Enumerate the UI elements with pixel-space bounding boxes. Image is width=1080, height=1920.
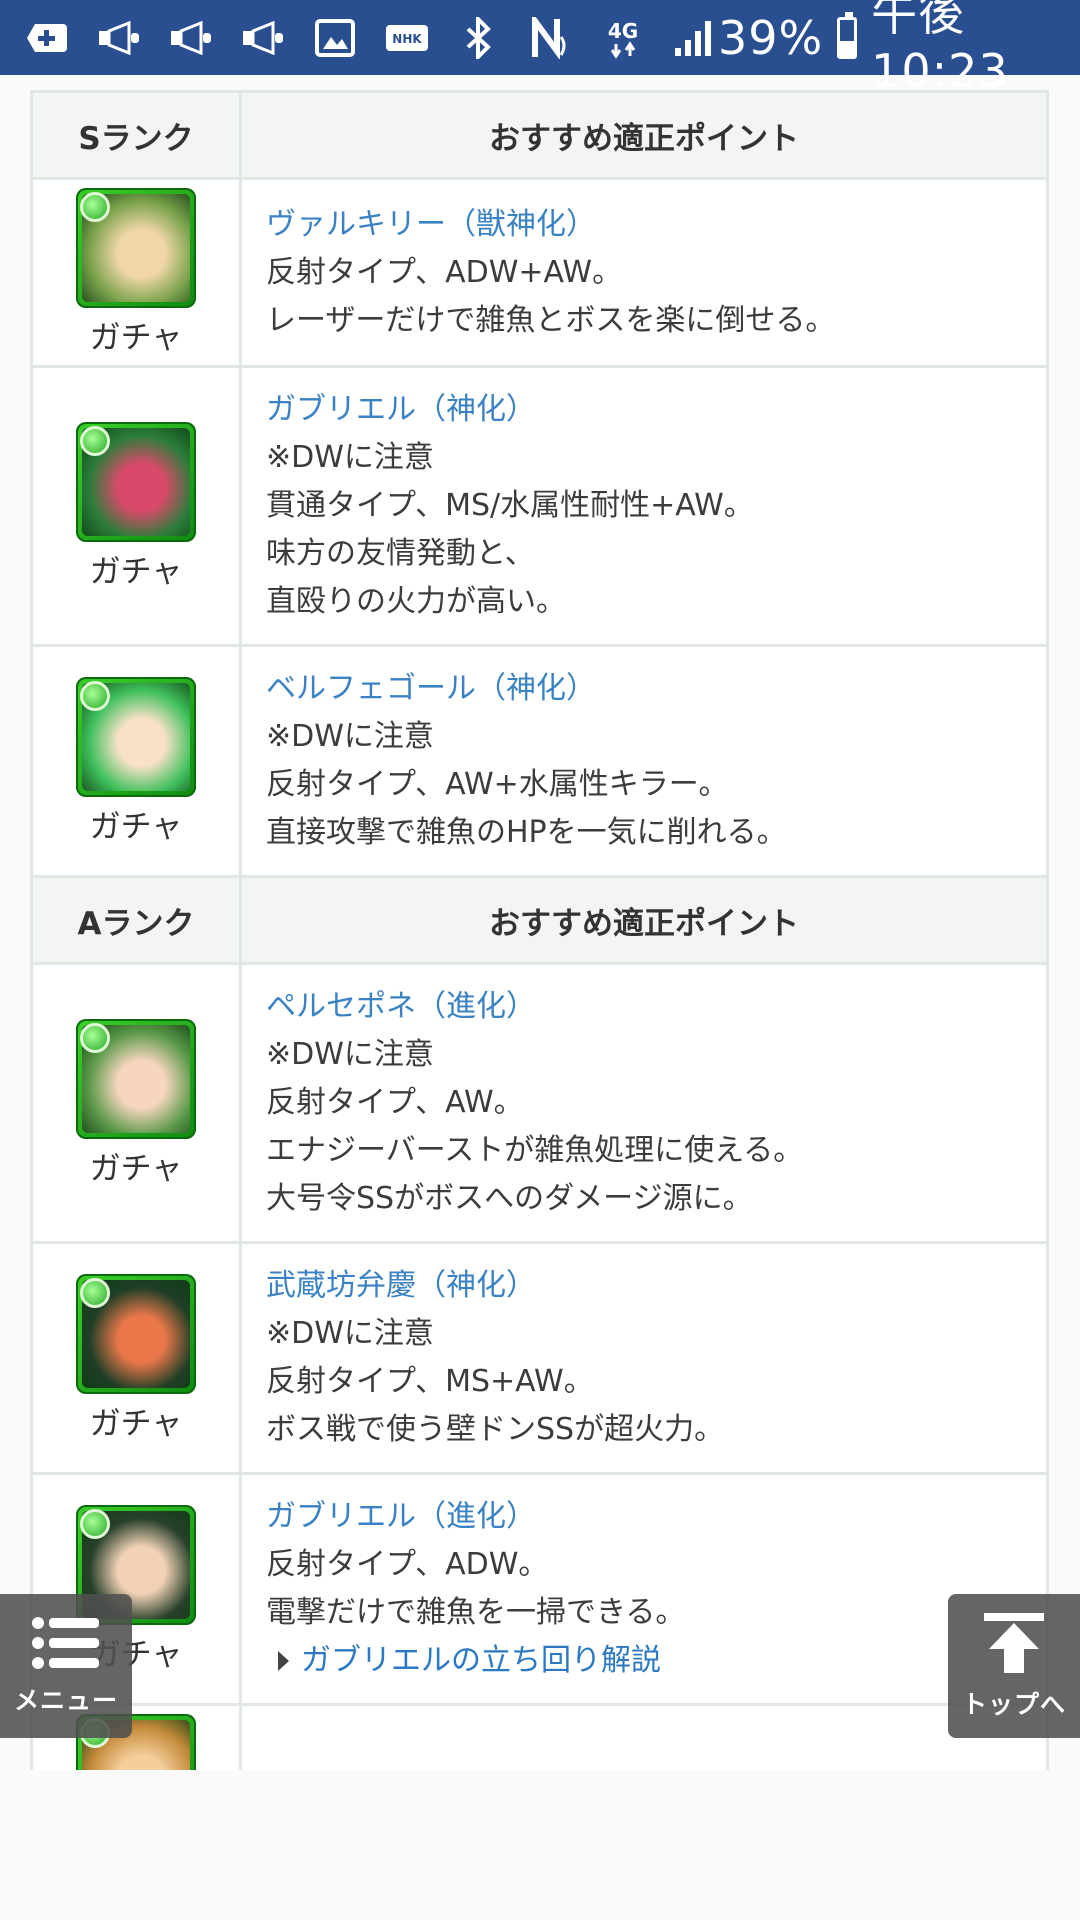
character-cell[interactable]: ガチャ <box>30 962 242 1244</box>
lte-icon: 4G <box>600 18 646 59</box>
desc-line: ※DWに注意 <box>266 719 434 754</box>
wood-element-icon <box>80 425 110 456</box>
desc-line: 電撃だけで雑魚を一掃できる。 <box>266 1595 686 1630</box>
description-cell: 武蔵坊弁慶（神化） ※DWに注意反射タイプ、MS+AW。ボス戦で使う壁ドンSSが超… <box>239 1241 1049 1475</box>
menu-button[interactable]: メニュー <box>0 1594 132 1738</box>
desc-line: 反射タイプ、AW。 <box>266 1085 524 1120</box>
bluetooth-icon <box>456 16 502 59</box>
description-cell: ペルセポネ（進化） ※DWに注意反射タイプ、AW。エナジーバーストが雑魚処理に使え… <box>239 962 1049 1244</box>
network-label: 4G <box>608 19 638 43</box>
triangle-right-icon <box>278 1651 289 1671</box>
desc-line: 反射タイプ、AW+水属性キラー。 <box>266 767 729 802</box>
desc-line: 貫通タイプ、MS/水属性耐性+AW。 <box>266 488 754 523</box>
source-label: ガチャ <box>89 320 183 356</box>
character-name-link[interactable]: ベルフェゴール（神化） <box>266 665 1022 713</box>
character-cell[interactable]: ガチャ <box>30 1241 242 1475</box>
desc-line: 味方の友情発動と、 <box>266 536 535 571</box>
wood-element-icon <box>80 1508 110 1539</box>
signal-icon <box>672 18 718 58</box>
character-row: ガチャ豊臣秀吉（神化） <box>30 1703 1049 1770</box>
character-name-link[interactable]: ガブリエル（進化） <box>266 1493 1022 1541</box>
character-name-link[interactable]: ガブリエル（神化） <box>266 386 1022 434</box>
wood-element-icon <box>80 1022 110 1053</box>
desc-line: ※DWに注意 <box>266 1037 434 1072</box>
character-row: ガチャ ガブリエル（進化） 反射タイプ、ADW。 電撃だけで雑魚を一掃できる。 ガブリエ… <box>30 1472 1049 1706</box>
character-row: ガチャ ガブリエル（神化） ※DWに注意貫通タイプ、MS/水属性耐性+AW。 味方の友… <box>30 365 1049 647</box>
guide-link-label[interactable]: ガブリエルの立ち回り解説 <box>301 1637 661 1685</box>
arrow-up-icon <box>979 1611 1049 1679</box>
source-label: ガチャ <box>89 1150 183 1187</box>
rank-header-row: Aランク おすすめ適正ポイント <box>30 875 1049 965</box>
megaphone-icon <box>168 18 214 58</box>
wood-element-icon <box>80 1277 110 1308</box>
desc-line: レーザーだけで雑魚とボスを楽に倒せる。 <box>266 302 836 338</box>
desc-line: 反射タイプ、MS+AW。 <box>266 1364 594 1399</box>
description-cell: ヴァルキリー（獣神化） 反射タイプ、ADW+AW。レーザーだけで雑魚とボスを楽に倒… <box>239 177 1049 368</box>
character-row: ガチャ 武蔵坊弁慶（神化） ※DWに注意反射タイプ、MS+AW。ボス戦で使う壁ドンS… <box>30 1241 1049 1475</box>
character-cell[interactable]: ガチャ <box>30 644 242 878</box>
nfc-icon <box>528 16 574 59</box>
character-cell[interactable]: ガチャ <box>30 365 242 647</box>
description-cell: ガブリエル（進化） 反射タイプ、ADW。電撃だけで雑魚を一掃できる。ガブリエルの立… <box>239 1472 1049 1706</box>
description-cell: 豊臣秀吉（神化） <box>239 1703 1049 1770</box>
source-label: ガチャ <box>89 808 183 845</box>
character-row: ガチャ ペルセポネ（進化） ※DWに注意反射タイプ、AW。エナジーバーストが雑魚処理… <box>30 962 1049 1244</box>
source-label: ガチャ <box>89 1405 183 1442</box>
top-label: トップへ <box>961 1690 1066 1719</box>
character-cell[interactable]: ガチャ <box>30 177 242 368</box>
nhk-icon: NHK <box>384 18 430 58</box>
desc-line: ※DWに注意 <box>266 1316 434 1351</box>
desc-line: 直殴りの火力が高い。 <box>266 584 566 619</box>
megaphone-icon <box>96 18 142 58</box>
character-row: ガチャ ヴァルキリー（獣神化） 反射タイプ、ADW+AW。レーザーだけで雑魚とボスを… <box>30 177 1049 368</box>
page-content[interactable]: Sランク おすすめ適正ポイント ガチャ ヴァルキリー（獣神化） 反射タイプ、ADW+AW… <box>0 75 1080 1770</box>
desc-line: ボス戦で使う壁ドンSSが超火力。 <box>266 1412 725 1447</box>
description-cell: ガブリエル（神化） ※DWに注意貫通タイプ、MS/水属性耐性+AW。 味方の友情発動… <box>239 365 1049 647</box>
battery-icon <box>837 11 858 59</box>
desc-line: 反射タイプ、ADW。 <box>266 1547 549 1582</box>
character-portrait[interactable] <box>76 421 196 542</box>
add-icon <box>24 18 70 58</box>
desc-line: エナジーバーストが雑魚処理に使える。 <box>266 1133 804 1168</box>
desc-line: 反射タイプ、ADW+AW。 <box>266 254 623 290</box>
rank-label: Sランク <box>30 90 242 180</box>
character-row: ガチャ ベルフェゴール（神化） ※DWに注意反射タイプ、AW+水属性キラー。直接攻撃… <box>30 644 1049 878</box>
description-cell: ベルフェゴール（神化） ※DWに注意反射タイプ、AW+水属性キラー。直接攻撃で雑魚… <box>239 644 1049 878</box>
rank-header-row: Sランク おすすめ適正ポイント <box>30 90 1049 180</box>
svg-text:NHK: NHK <box>392 32 422 46</box>
desc-line: 直接攻撃で雑魚のHPを一気に削れる。 <box>266 815 787 850</box>
rank-label: Aランク <box>30 875 242 965</box>
character-portrait[interactable] <box>76 1018 196 1139</box>
battery-percent: 39% <box>718 10 824 65</box>
character-portrait[interactable] <box>76 676 196 797</box>
back-to-top-button[interactable]: トップへ <box>948 1594 1080 1738</box>
notification-icons: NHK 4G <box>24 16 718 59</box>
desc-line: ※DWに注意 <box>266 440 434 475</box>
ranking-table: Sランク おすすめ適正ポイント ガチャ ヴァルキリー（獣神化） 反射タイプ、ADW+AW… <box>30 90 1049 1770</box>
guide-link[interactable]: ガブリエルの立ち回り解説 <box>266 1637 1022 1685</box>
character-name-link[interactable]: 武蔵坊弁慶（神化） <box>266 1262 1022 1310</box>
character-name-link[interactable]: ペルセポネ（進化） <box>266 983 1022 1031</box>
menu-icon <box>31 1615 101 1675</box>
character-name-link[interactable]: ヴァルキリー（獣神化） <box>266 201 1022 249</box>
character-portrait[interactable] <box>76 188 196 308</box>
header-label: おすすめ適正ポイント <box>239 90 1049 180</box>
header-label: おすすめ適正ポイント <box>239 875 1049 965</box>
megaphone-icon <box>240 18 286 58</box>
source-label: ガチャ <box>89 553 183 590</box>
wood-element-icon <box>80 192 110 222</box>
wood-element-icon <box>80 680 110 711</box>
status-bar: NHK 4G 39% 午後 10:23 <box>0 0 1080 98</box>
menu-label: メニュー <box>13 1686 118 1715</box>
image-icon <box>312 18 358 58</box>
desc-line: 大号令SSがボスへのダメージ源に。 <box>266 1181 753 1216</box>
character-portrait[interactable] <box>76 1273 196 1394</box>
